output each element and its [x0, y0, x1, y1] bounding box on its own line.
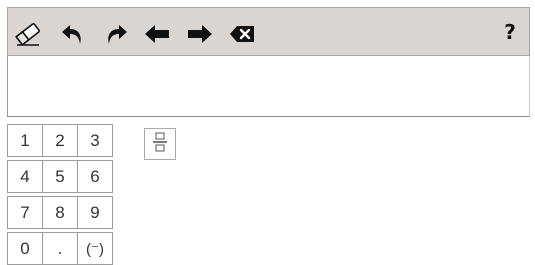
help-button[interactable]: ?	[500, 18, 520, 46]
answer-input-area[interactable]	[7, 56, 530, 117]
cursor-right-button[interactable]	[185, 19, 215, 49]
undo-icon	[60, 21, 86, 47]
clear-button[interactable]	[13, 19, 43, 49]
key-3[interactable]: 3	[77, 124, 113, 157]
key-7[interactable]: 7	[7, 196, 43, 229]
fraction-button[interactable]	[144, 128, 176, 160]
key-2[interactable]: 2	[42, 124, 78, 157]
redo-icon	[103, 21, 129, 47]
key-negative[interactable]: (⁻)	[77, 232, 113, 265]
key-5[interactable]: 5	[42, 160, 78, 193]
arrow-left-icon	[143, 23, 171, 45]
key-4[interactable]: 4	[7, 160, 43, 193]
arrow-right-icon	[186, 23, 214, 45]
editor-toolbar: ?	[7, 7, 530, 56]
redo-button[interactable]	[101, 19, 131, 49]
undo-button[interactable]	[58, 19, 88, 49]
backspace-icon	[229, 25, 255, 43]
fraction-template-icon	[152, 131, 168, 158]
key-decimal[interactable]: .	[42, 232, 78, 265]
key-6[interactable]: 6	[77, 160, 113, 193]
cursor-left-button[interactable]	[142, 19, 172, 49]
key-0[interactable]: 0	[7, 232, 43, 265]
backspace-button[interactable]	[227, 19, 257, 49]
key-8[interactable]: 8	[42, 196, 78, 229]
eraser-icon	[14, 21, 42, 47]
key-9[interactable]: 9	[77, 196, 113, 229]
key-1[interactable]: 1	[7, 124, 43, 157]
